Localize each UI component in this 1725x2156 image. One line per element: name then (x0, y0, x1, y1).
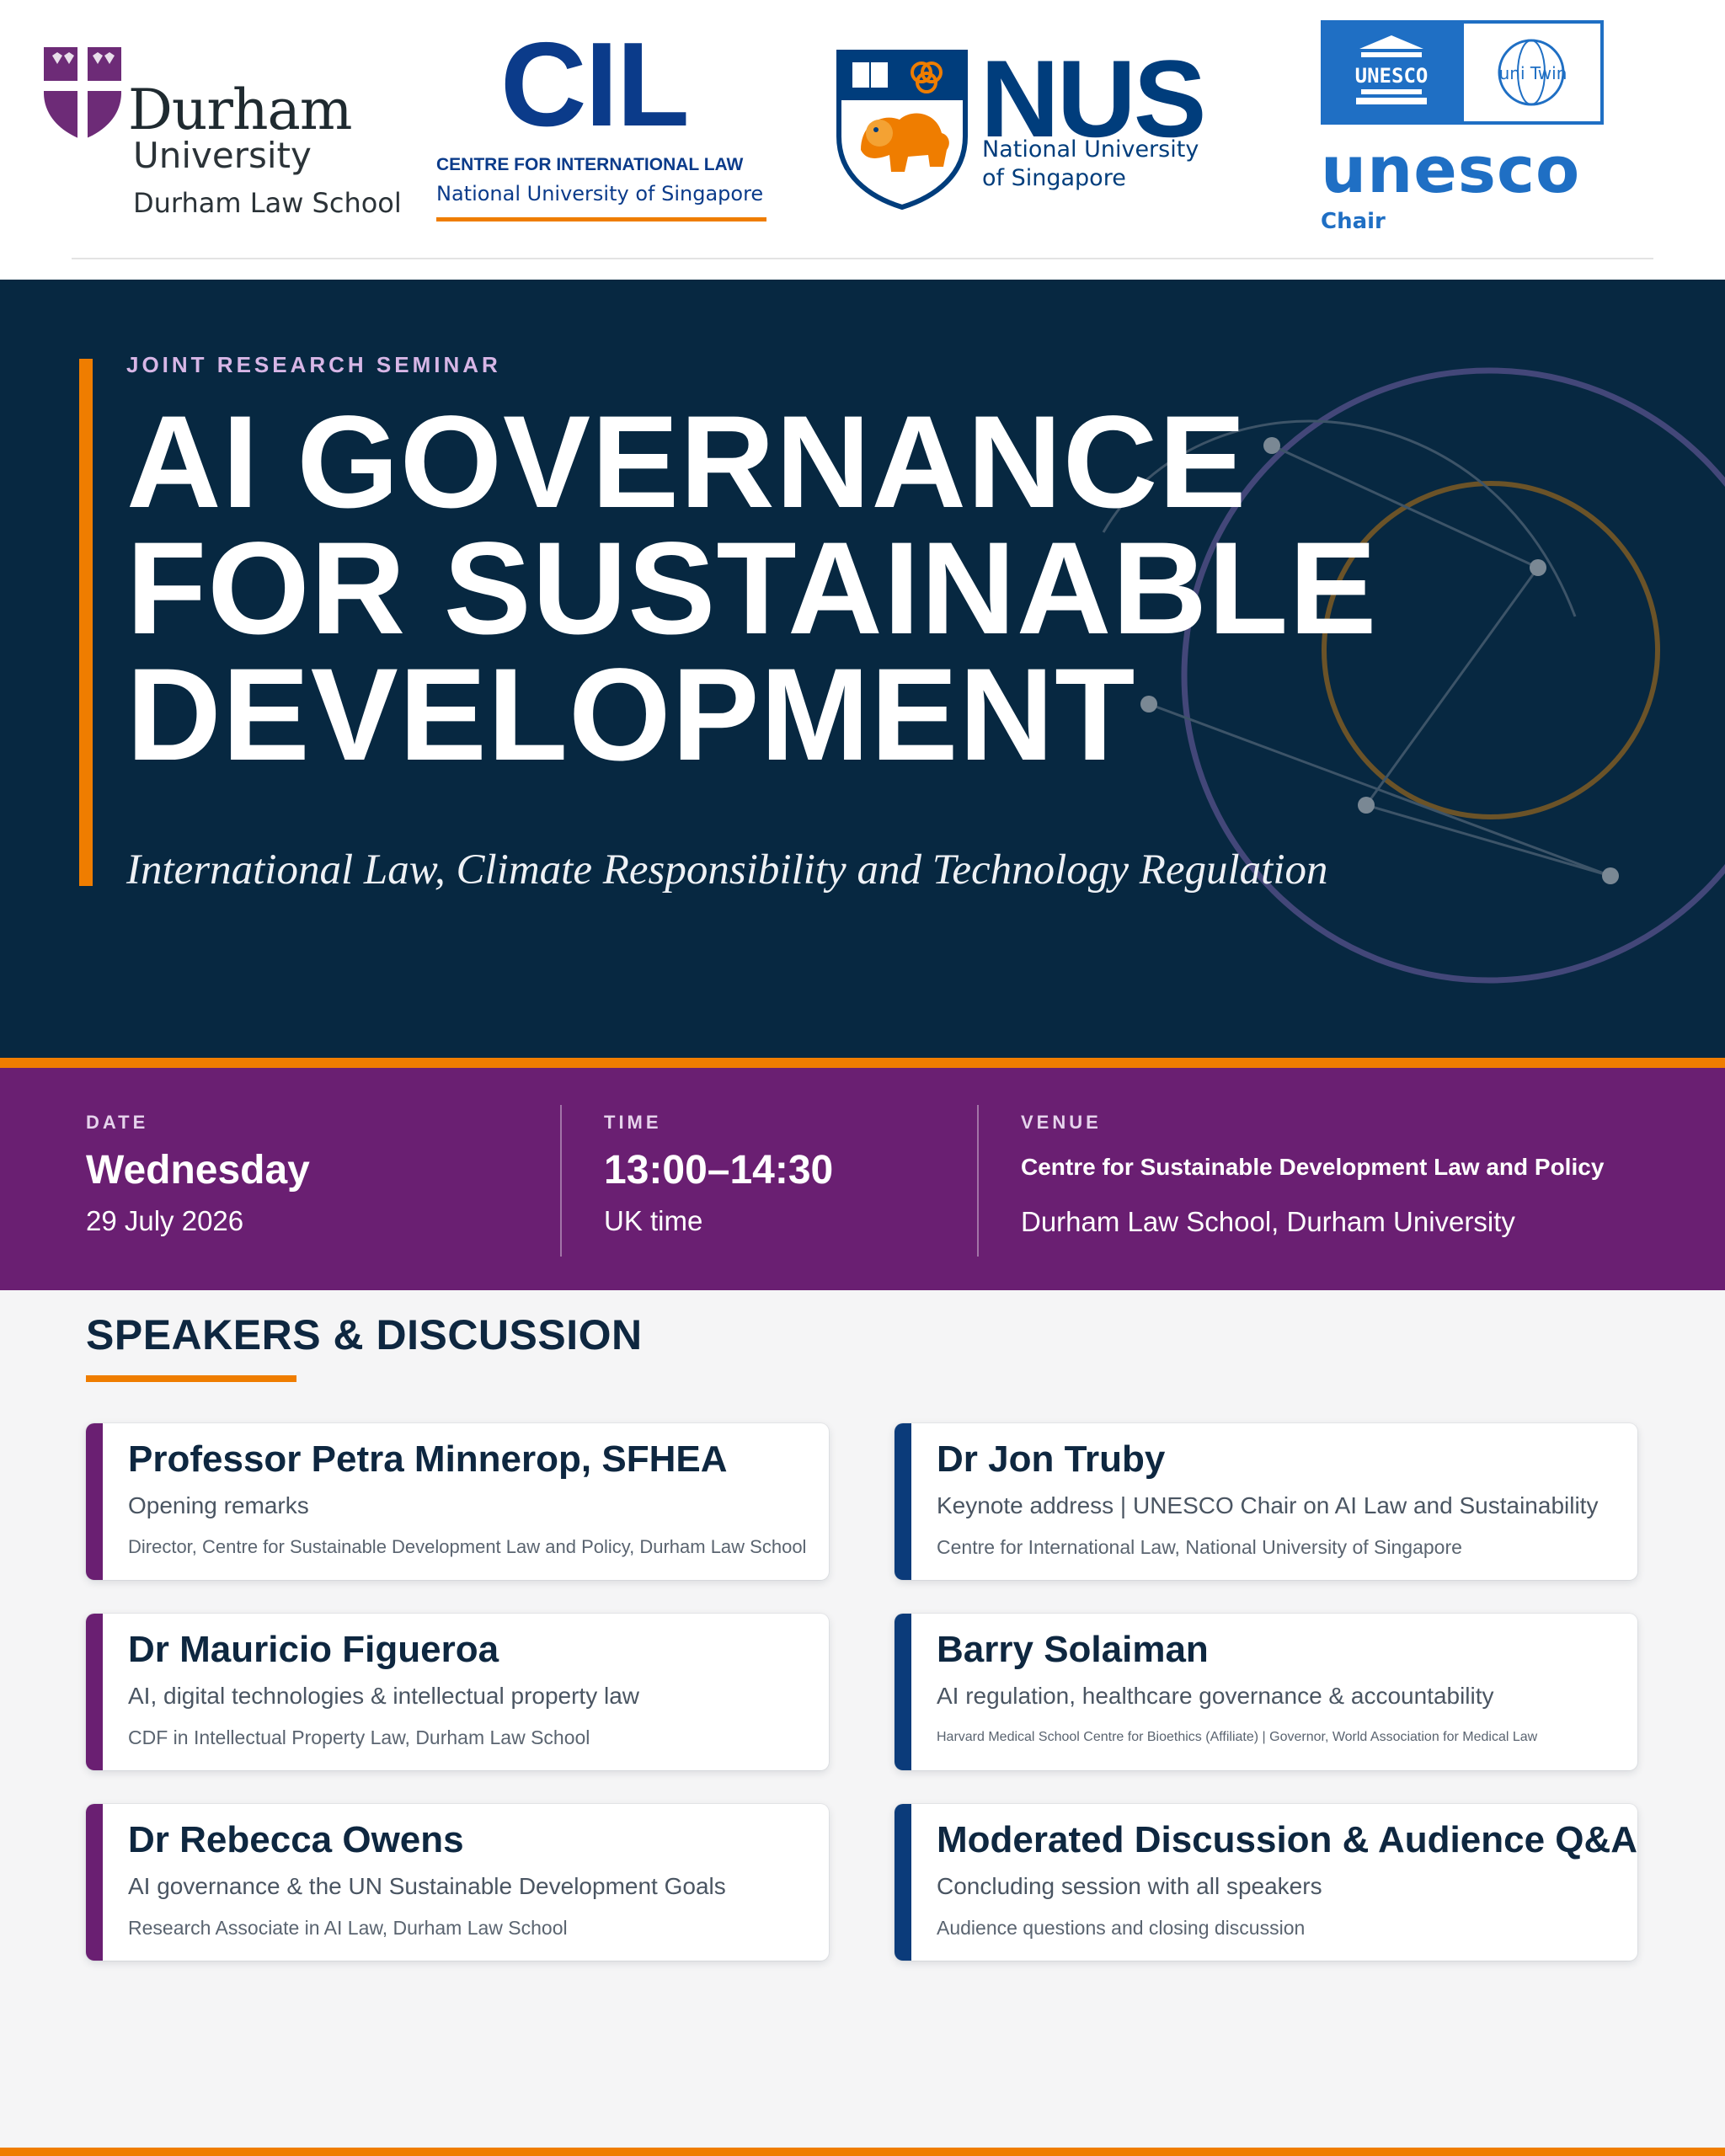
speaker-name: Dr Rebecca Owens (128, 1819, 464, 1860)
logo-bar: Durham University Durham Law School CIL … (0, 0, 1725, 280)
card-accent (86, 1804, 103, 1961)
unitwin-text: uni Twin (1499, 63, 1567, 83)
speaker-affiliation: Centre for International Law, National U… (937, 1536, 1462, 1558)
venue-location: Durham Law School, Durham University (1021, 1206, 1515, 1237)
date-label: DATE (86, 1112, 149, 1133)
time-block: TIME 13:00–14:30 UK time (604, 1112, 833, 1237)
unesco-box-text: UNESCO (1355, 64, 1429, 88)
hero-banner: JOINT RESEARCH SEMINAR AI GOVERNANCE FOR… (0, 280, 1725, 1058)
details-divider (560, 1105, 562, 1257)
speaker-role: AI, digital technologies & intellectual … (128, 1683, 640, 1709)
time-zone: UK time (604, 1205, 703, 1236)
unesco-chair-logo: UNESCO uni Twin unesco Chair (1321, 20, 1607, 239)
venue-block: VENUE Centre for Sustainable Development… (1021, 1112, 1604, 1238)
durham-university: University (133, 135, 312, 176)
speakers-heading: SPEAKERS & DISCUSSION (86, 1311, 643, 1358)
event-details-band: DATE Wednesday 29 July 2026 TIME 13:00–1… (0, 1058, 1725, 1290)
date-weekday: Wednesday (86, 1148, 310, 1193)
card-accent (895, 1804, 911, 1961)
speaker-affiliation: Director, Centre for Sustainable Develop… (128, 1536, 807, 1557)
cil-mark: CIL (500, 18, 690, 152)
speaker-affiliation: Research Associate in AI Law, Durham Law… (128, 1917, 568, 1939)
card-accent (86, 1614, 103, 1770)
title-line-3: DEVELOPMENT (126, 642, 1136, 788)
speakers-heading-underline (86, 1375, 296, 1382)
nus-line2: of Singapore (982, 165, 1126, 191)
nus-shield-icon (836, 50, 968, 211)
discussion-card: Moderated Discussion & Audience Q&A Conc… (895, 1804, 1637, 1961)
cil-underline (436, 217, 766, 221)
unesco-word: unesco (1321, 132, 1581, 207)
nus-line1: National University (982, 136, 1199, 163)
cil-logo: CIL CENTRE FOR INTERNATIONAL LAW Nationa… (435, 25, 772, 227)
speaker-role: Keynote address | UNESCO Chair on AI Law… (937, 1492, 1599, 1518)
speaker-card: Barry Solaiman AI regulation, healthcare… (895, 1614, 1637, 1770)
speaker-card: Dr Mauricio Figueroa AI, digital technol… (86, 1614, 829, 1770)
card-accent (86, 1423, 103, 1580)
cil-line2: National University of Singapore (436, 182, 764, 205)
venue-label: VENUE (1021, 1112, 1102, 1133)
footer-accent-bar (0, 2148, 1725, 2156)
durham-logo: Durham University Durham Law School (40, 44, 411, 221)
venue-name: Centre for Sustainable Development Law a… (1021, 1154, 1605, 1180)
speaker-card: Dr Rebecca Owens AI governance & the UN … (86, 1804, 829, 1961)
hero-accent-bar (79, 359, 93, 886)
event-type: JOINT RESEARCH SEMINAR (126, 352, 501, 377)
unesco-chair-label: Chair (1321, 209, 1386, 234)
unesco-unitwin-emblem-icon: UNESCO uni Twin (1321, 20, 1604, 125)
card-accent (895, 1614, 911, 1770)
details-divider (977, 1105, 979, 1257)
speaker-name: Professor Petra Minnerop, SFHEA (128, 1438, 728, 1480)
nus-logo: NUS National University of Singapore (836, 44, 1223, 221)
time-range: 13:00–14:30 (604, 1148, 834, 1193)
durham-law-school: Durham Law School (133, 187, 402, 219)
speaker-affiliation: Harvard Medical School Centre for Bioeth… (937, 1730, 1538, 1744)
speaker-name: Barry Solaiman (937, 1629, 1209, 1670)
speaker-role: Opening remarks (128, 1492, 309, 1518)
durham-name: Durham (128, 77, 352, 142)
session-details: Audience questions and closing discussio… (937, 1917, 1306, 1939)
date-block: DATE Wednesday 29 July 2026 (86, 1112, 310, 1237)
session-description: Concluding session with all speakers (937, 1873, 1322, 1899)
card-accent (895, 1423, 911, 1580)
cil-line1: CENTRE FOR INTERNATIONAL LAW (436, 155, 744, 174)
speaker-name: Dr Mauricio Figueroa (128, 1629, 499, 1670)
durham-crest-icon (44, 47, 121, 140)
speaker-role: AI regulation, healthcare governance & a… (937, 1683, 1494, 1709)
date-value: 29 July 2026 (86, 1205, 244, 1236)
speaker-card: Dr Jon Truby Keynote address | UNESCO Ch… (895, 1423, 1637, 1580)
speaker-card: Professor Petra Minnerop, SFHEA Opening … (86, 1423, 829, 1580)
time-label: TIME (604, 1112, 662, 1133)
speaker-role: AI governance & the UN Sustainable Devel… (128, 1873, 726, 1899)
event-subtitle: International Law, Climate Responsibilit… (126, 846, 1328, 894)
title-line-1: AI GOVERNANCE (126, 389, 1247, 536)
event-title: AI GOVERNANCE FOR SUSTAINABLE DEVELOPMEN… (126, 389, 1378, 788)
speaker-name: Dr Jon Truby (937, 1438, 1166, 1480)
title-line-2: FOR SUSTAINABLE (126, 515, 1378, 662)
logo-bar-divider (72, 258, 1653, 259)
session-title: Moderated Discussion & Audience Q&A (937, 1819, 1637, 1860)
speaker-affiliation: CDF in Intellectual Property Law, Durham… (128, 1726, 590, 1748)
